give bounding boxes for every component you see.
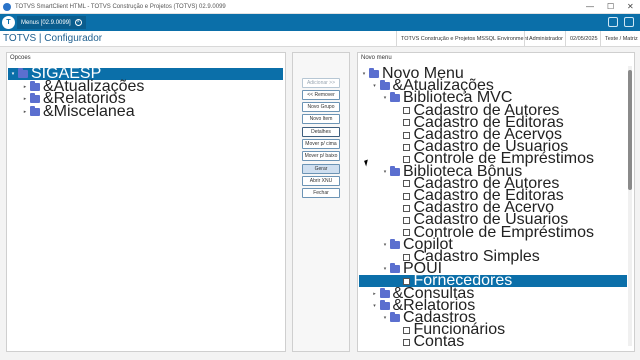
folder-icon [390,238,400,249]
folder-icon [390,263,400,274]
minimize-icon[interactable]: — [586,2,594,12]
expand-caret-icon[interactable]: ▸ [372,291,378,297]
adicionar-button[interactable]: Adicionar >> [302,78,340,88]
menu-item-icon [402,338,410,346]
company-info: TOTVS Construção e Projetos MSSQL Enviro… [396,31,532,47]
collapse-caret-icon[interactable]: ▾ [10,71,16,77]
menu-item-icon [402,216,410,224]
tab-bar: T Menus [02.9.0099] × [0,14,640,31]
mover-p-baixo-button[interactable]: Mover p/ baixo [302,151,340,161]
environment-info: Teste / Matriz [600,31,640,47]
tree-node-contas[interactable]: Contas [393,333,465,351]
user-info: Administrador [524,31,567,47]
folder-icon [369,68,379,78]
menu-item-icon [402,119,410,127]
novo-grupo-button[interactable]: Novo Grupo [302,102,340,112]
maximize-icon[interactable]: ☐ [607,2,614,12]
tab-label: Menus [02.9.0099] [21,19,71,26]
tab-menus[interactable]: Menus [02.9.0099] × [17,16,86,29]
folder-icon [30,80,40,91]
menu-item-icon [402,192,410,200]
app-icon [3,2,11,11]
collapse-caret-icon[interactable]: ▾ [372,303,378,309]
tree-node-miscelanea[interactable]: ▸ &Miscelanea [22,102,135,120]
folder-icon [30,93,40,103]
collapse-caret-icon[interactable]: ▾ [372,83,378,89]
expand-caret-icon[interactable]: ▸ [22,96,28,102]
gerar-button[interactable]: Gerar [302,164,340,174]
tree-node-label: Contas [413,333,465,351]
screen-icon[interactable] [608,17,618,27]
collapse-caret-icon[interactable]: ▾ [382,169,388,175]
remover-button[interactable]: << Remover [302,90,340,100]
menu-item-icon [402,107,410,115]
window-title: TOTVS SmartClient HTML - TOTVS Construçã… [15,3,226,10]
folder-icon [379,287,390,298]
folder-icon [379,80,390,91]
date-info: 02/05/2025 [565,31,602,47]
expand-caret-icon[interactable]: ▸ [22,109,28,115]
close-icon[interactable]: ✕ [627,2,634,12]
detalhes-button[interactable]: Detalhes [302,127,340,137]
vertical-scrollbar[interactable] [628,66,632,346]
folder-icon [390,312,400,322]
new-menu-panel-title: Novo menu [361,55,392,61]
totvs-logo-icon: T [2,16,15,29]
folder-icon [379,299,390,310]
folder-icon [390,165,400,176]
menu-item-icon [402,180,410,188]
novo-item-button[interactable]: Novo Item [302,114,340,124]
app-header: TOTVS | Configurador TOTVS Construção e … [0,31,640,47]
collapse-caret-icon[interactable]: ▾ [361,71,367,77]
menu-item-icon [402,131,410,139]
collapse-caret-icon[interactable]: ▾ [382,95,388,101]
mover-p-cima-button[interactable]: Mover p/ cima [302,139,340,149]
menu-item-icon [402,143,410,151]
collapse-caret-icon[interactable]: ▾ [382,266,388,272]
page-title: TOTVS | Configurador [3,33,103,44]
menu-item-icon [402,326,410,334]
collapse-caret-icon[interactable]: ▾ [382,315,388,321]
menu-item-icon [402,204,410,212]
scrollbar-thumb[interactable] [628,70,632,190]
collapse-caret-icon[interactable]: ▾ [382,242,388,248]
folder-icon [30,105,40,116]
options-panel-title: Opcoes [10,55,31,61]
tab-close-icon[interactable]: × [74,19,82,26]
fechar-button[interactable]: Fechar [302,188,340,198]
abrir-xnu-button[interactable]: Abrir XNU [302,176,340,186]
exit-icon[interactable] [624,17,634,27]
folder-icon [18,68,28,78]
tree-node-label: &Miscelanea [43,102,135,120]
expand-caret-icon[interactable]: ▸ [22,84,28,90]
folder-icon [390,92,400,103]
window-titlebar: TOTVS SmartClient HTML - TOTVS Construçã… [0,0,640,14]
